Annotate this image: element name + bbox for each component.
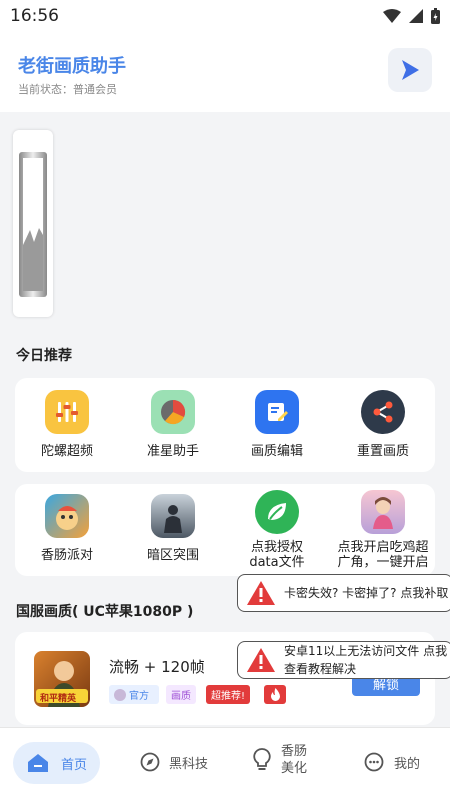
edit-icon — [255, 390, 299, 434]
toast-card-key[interactable]: 卡密失效? 卡密掉了? 点我补取 — [237, 574, 450, 612]
tool-label: 画质编辑 — [250, 444, 303, 459]
broken-image-icon — [19, 152, 47, 297]
tag-label: 超推荐! — [211, 691, 246, 702]
tag-recommended: 超推荐! — [206, 685, 251, 704]
app-title: 老街画质助手 — [18, 56, 126, 77]
battery-icon — [431, 8, 440, 24]
nav-label: 香肠美化 — [281, 744, 308, 776]
leaf-icon — [255, 490, 299, 534]
game-item-authorize-data[interactable]: 点我授权data文件 — [227, 490, 327, 570]
game-label: 点我授权data文件 — [249, 540, 305, 570]
home-icon — [28, 754, 48, 772]
section-title-recommend: 今日推荐 — [16, 348, 72, 364]
signal-icon — [409, 9, 423, 23]
tag-official: 官方 — [109, 685, 159, 704]
character-avatar-icon — [361, 490, 405, 534]
tool-label: 陀螺超频 — [40, 444, 93, 459]
tool-item-reset-quality[interactable]: 重置画质 — [333, 390, 433, 459]
tool-label: 重置画质 — [356, 444, 409, 459]
toast-text: 安卓11以上无法访问文件 点我查看教程解决 — [284, 644, 448, 676]
nav-tab-mine[interactable]: 我的 — [364, 752, 420, 772]
share-icon — [361, 390, 405, 434]
arena-breakout-icon — [151, 494, 195, 538]
membership-status: 当前状态：普通会员 — [18, 83, 117, 96]
nav-label: 我的 — [394, 756, 421, 772]
tag-label: 画质 — [171, 691, 191, 702]
banner-slot[interactable] — [13, 130, 53, 317]
nav-label: 黑科技 — [169, 756, 209, 772]
app-header: 老街画质助手 当前状态：普通会员 — [0, 32, 450, 112]
game-label: 点我开启吃鸡超广角，一键开启 — [337, 540, 429, 570]
section-title-game-quality: 国服画质( UC苹果1080P ) — [16, 604, 194, 620]
chat-bubble-icon — [364, 752, 384, 772]
game-label: 香肠派对 — [40, 548, 93, 563]
tool-item-quality-edit[interactable]: 画质编辑 — [227, 390, 327, 459]
bottom-nav: 首页 黑科技 香肠美化 我的 — [0, 727, 450, 800]
fire-icon — [264, 685, 286, 704]
status-bar: 16:56 — [0, 0, 450, 32]
toast-android11[interactable]: 安卓11以上无法访问文件 点我查看教程解决 — [237, 641, 450, 679]
toast-text: 卡密失效? 卡密掉了? 点我补取 — [284, 586, 449, 600]
status-time: 16:56 — [10, 6, 59, 26]
game-thumbnail: 和平精英 — [34, 651, 90, 707]
avatar — [114, 688, 126, 701]
sausage-party-icon — [45, 494, 89, 538]
tool-item-overclock[interactable]: 陀螺超频 — [17, 390, 117, 459]
sliders-icon — [45, 390, 89, 434]
wifi-icon — [383, 9, 401, 23]
play-button[interactable] — [388, 48, 432, 92]
thumbnail-caption: 和平精英 — [40, 694, 77, 704]
compass-icon — [140, 752, 160, 772]
warning-icon — [247, 648, 275, 672]
preset-title: 流畅 + 120帧 — [109, 658, 205, 676]
status-icons — [383, 8, 440, 24]
tools-card: 陀螺超频 准星助手 画质编辑 重置画质 — [15, 378, 435, 472]
warning-icon — [247, 581, 275, 605]
games-card: 香肠派对 暗区突围 点我授权data文件 点我开启吃鸡超广角，一键开启 — [15, 484, 435, 576]
tag-quality: 画质 — [166, 685, 196, 704]
nav-tab-black-tech[interactable]: 黑科技 — [140, 752, 208, 772]
game-item-wide-angle[interactable]: 点我开启吃鸡超广角，一键开启 — [329, 490, 437, 570]
game-label: 暗区突围 — [146, 548, 199, 563]
lightbulb-icon — [253, 748, 271, 770]
game-item-arena-breakout[interactable]: 暗区突围 — [123, 494, 223, 563]
nav-tab-sausage-beautify[interactable]: 香肠美化 — [253, 743, 313, 777]
tool-label: 准星助手 — [146, 444, 199, 459]
tag-label: 官方 — [129, 691, 149, 702]
game-item-sausage-party[interactable]: 香肠派对 — [17, 494, 117, 563]
play-icon — [402, 60, 419, 80]
tool-item-crosshair[interactable]: 准星助手 — [123, 390, 223, 459]
nav-tab-home[interactable]: 首页 — [13, 742, 100, 784]
pie-chart-icon — [151, 390, 195, 434]
nav-label: 首页 — [61, 757, 88, 773]
